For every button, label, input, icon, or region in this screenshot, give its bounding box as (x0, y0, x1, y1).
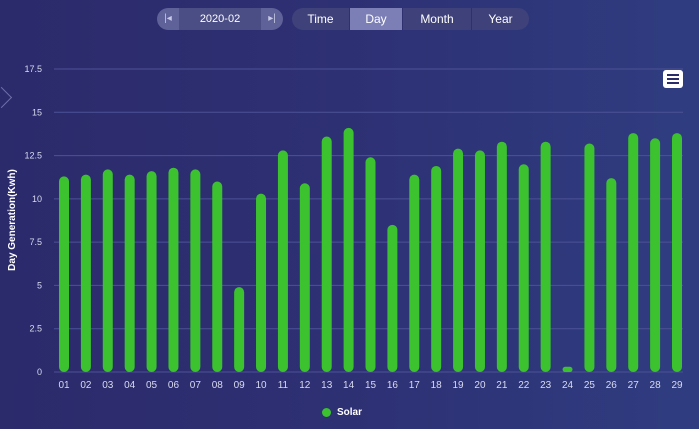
bar-chart: 0 2.5 5 7.5 10 12.5 15 17.5 01 02 03 04 05 06 07 08 09 1… (7, 64, 683, 391)
x-tick-label: 09 (234, 380, 246, 391)
x-tick-label: 17 (409, 380, 421, 391)
y-tick-label: 7.5 (29, 237, 42, 247)
x-tick-label: 25 (584, 380, 596, 391)
bar-12[interactable] (299, 183, 310, 372)
bar-19[interactable] (453, 148, 464, 372)
bar-01[interactable] (59, 176, 69, 372)
legend-label: Solar (337, 406, 363, 418)
bar-13[interactable] (321, 136, 332, 372)
x-tick-label: 18 (431, 380, 443, 391)
bar-23[interactable] (540, 141, 551, 372)
bar-17[interactable] (409, 174, 420, 372)
x-tick-label: 12 (299, 380, 311, 391)
x-tick-label: 03 (102, 380, 114, 391)
bar-10[interactable] (256, 193, 267, 372)
x-tick-label: 10 (255, 380, 267, 391)
x-tick-label: 06 (168, 380, 180, 391)
y-tick-label: 12.5 (24, 151, 42, 161)
x-tick-label: 13 (321, 380, 333, 391)
bar-29[interactable] (672, 133, 682, 372)
x-tick-label: 20 (474, 380, 486, 391)
bar-03[interactable] (102, 169, 113, 372)
bar-15[interactable] (365, 157, 376, 372)
x-tick-label: 14 (343, 380, 355, 391)
bar-02[interactable] (80, 174, 91, 372)
x-tick-label: 21 (496, 380, 508, 391)
x-tick-label: 26 (606, 380, 618, 391)
bar-21[interactable] (496, 141, 507, 372)
x-tick-label: 04 (124, 380, 136, 391)
y-tick-label: 5 (37, 280, 42, 290)
x-tick-label: 27 (628, 380, 640, 391)
bar-20[interactable] (474, 150, 485, 372)
bar-07[interactable] (190, 169, 201, 372)
legend-item-solar[interactable]: Solar (322, 405, 362, 419)
bars (59, 127, 682, 373)
x-tick-label: 08 (212, 380, 224, 391)
x-tick-label: 23 (540, 380, 552, 391)
bar-22[interactable] (518, 164, 529, 372)
x-tick-label: 28 (650, 380, 662, 391)
y-tick-label: 2.5 (29, 324, 42, 334)
x-tick-label: 15 (365, 380, 377, 391)
x-tick-label: 05 (146, 380, 158, 391)
bar-05[interactable] (146, 171, 157, 372)
y-axis-label: Day Generation(Kwh) (7, 169, 18, 271)
y-axis-ticks: 0 2.5 5 7.5 10 12.5 15 17.5 (24, 64, 42, 377)
y-tick-label: 0 (37, 367, 42, 377)
y-tick-label: 10 (32, 194, 42, 204)
x-tick-label: 19 (453, 380, 465, 391)
bar-27[interactable] (628, 133, 639, 372)
bar-16[interactable] (387, 224, 398, 372)
x-tick-label: 07 (190, 380, 202, 391)
bar-09[interactable] (234, 287, 245, 372)
bar-28[interactable] (650, 138, 661, 372)
x-tick-label: 24 (562, 380, 574, 391)
bar-06[interactable] (168, 167, 179, 372)
bar-04[interactable] (124, 174, 135, 372)
x-axis-ticks: 01 02 03 04 05 06 07 08 09 10 11 12 13 14 15 16 17 18 19 20… (58, 380, 683, 391)
y-tick-label: 17.5 (24, 64, 42, 74)
bar-14[interactable] (343, 127, 354, 373)
x-tick-label: 29 (671, 380, 683, 391)
x-tick-label: 02 (80, 380, 92, 391)
bar-24[interactable] (562, 366, 573, 372)
bar-26[interactable] (606, 178, 617, 372)
bar-08[interactable] (212, 181, 223, 372)
x-tick-label: 11 (278, 380, 289, 391)
x-tick-label: 16 (387, 380, 399, 391)
bar-25[interactable] (584, 143, 595, 372)
legend-dot (322, 407, 331, 417)
bar-18[interactable] (431, 165, 442, 372)
y-tick-label: 15 (32, 107, 42, 117)
bar-11[interactable] (277, 150, 288, 372)
x-tick-label: 22 (518, 380, 530, 391)
x-tick-label: 01 (58, 380, 70, 391)
